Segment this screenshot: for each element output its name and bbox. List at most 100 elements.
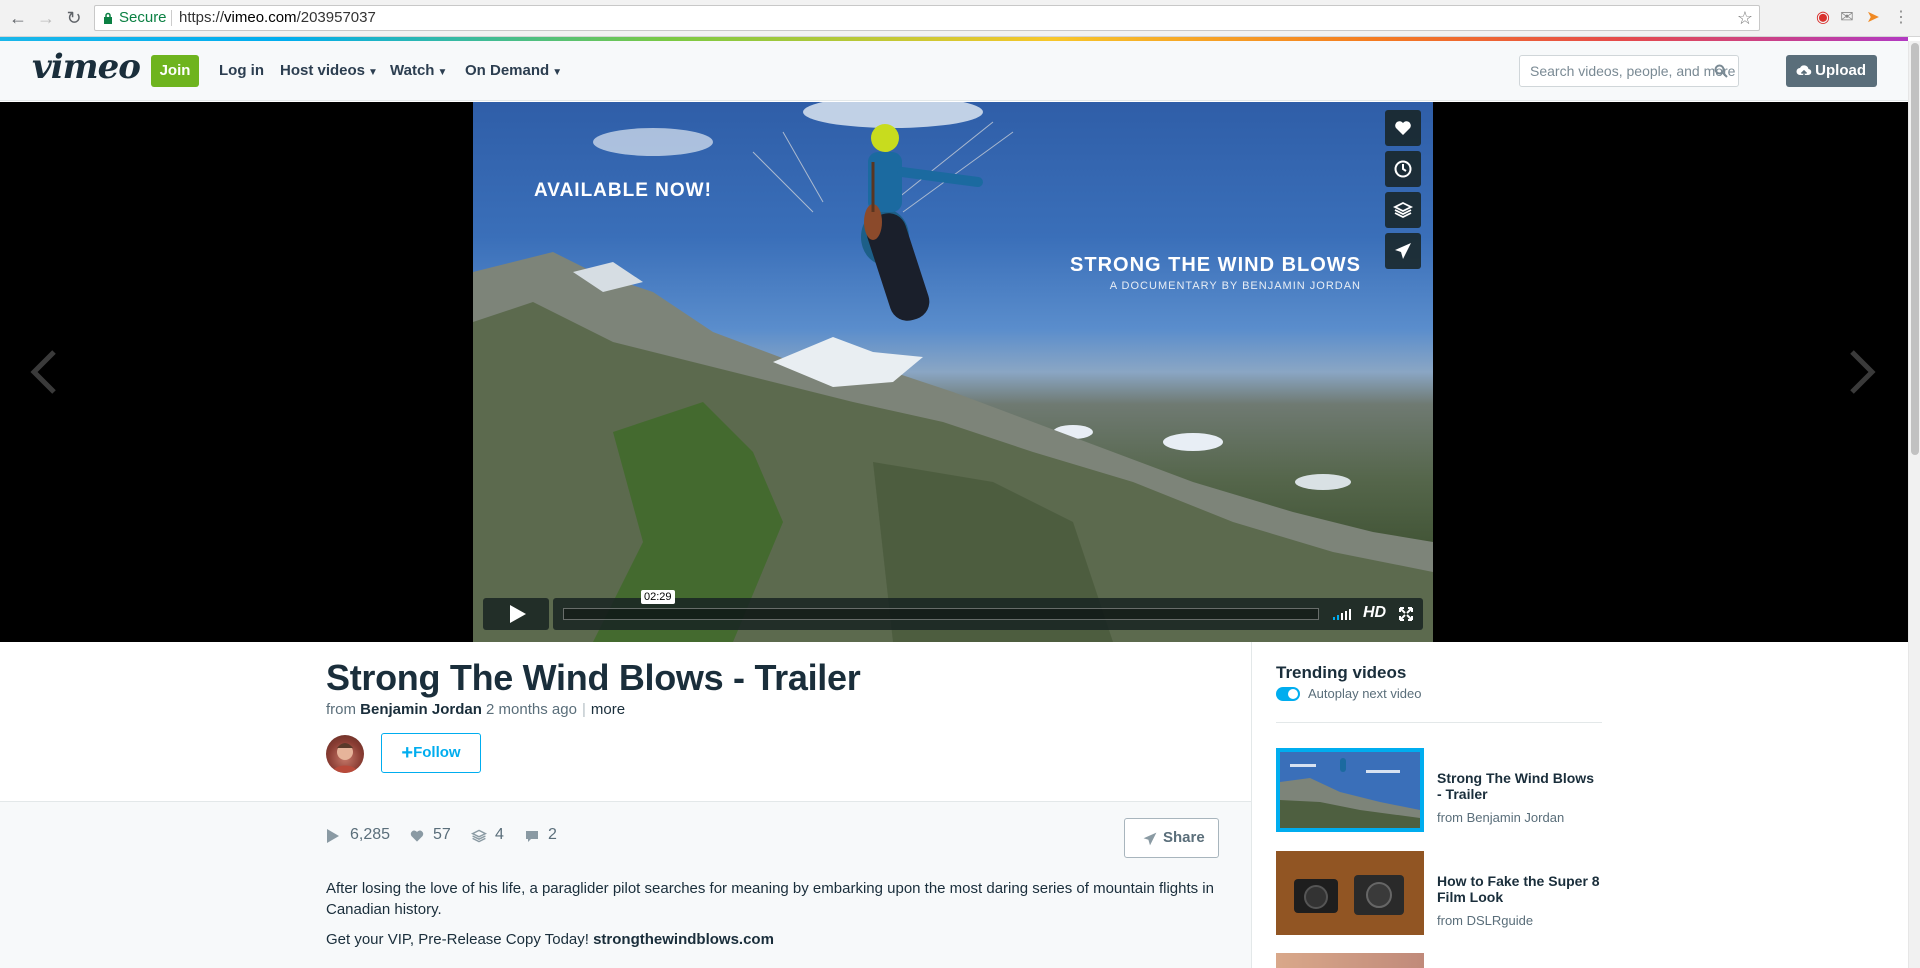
vimeo-logo[interactable]: vimeo (32, 47, 141, 87)
lock-icon (104, 12, 112, 24)
overlay-film-subtitle: A DOCUMENTARY BY BENJAMIN JORDAN (1109, 280, 1361, 292)
trending-thumbnail[interactable] (1276, 851, 1424, 935)
hd-toggle[interactable]: HD (1363, 604, 1386, 622)
upload-button[interactable]: Upload (1786, 55, 1877, 87)
trending-item[interactable]: Strong The Wind Blows - Trailer from Ben… (1276, 748, 1602, 834)
autoplay-toggle[interactable] (1276, 687, 1300, 701)
comments-stat[interactable]: 2 (524, 826, 557, 844)
trending-item-title[interactable]: Strong The Wind Blows - Trailer (1437, 770, 1602, 802)
plus-icon: + (401, 742, 414, 764)
trending-item[interactable] (1276, 953, 1602, 968)
page-scrollbar[interactable] (1908, 41, 1920, 968)
trending-item-author: from DSLRguide (1437, 913, 1534, 928)
play-button[interactable] (483, 598, 549, 630)
url-text[interactable]: https://vimeo.com/203957037 (179, 6, 376, 30)
back-icon[interactable]: ← (8, 8, 28, 28)
host-videos-menu[interactable]: Host videos ▼ (280, 62, 378, 79)
trending-item[interactable]: How to Fake the Super 8 Film Look from D… (1276, 851, 1602, 937)
from-label: from (326, 701, 356, 718)
forward-icon[interactable]: → (36, 8, 56, 28)
watch-menu[interactable]: Watch ▼ (390, 62, 447, 79)
timecode-tooltip: 02:29 (641, 590, 675, 604)
browser-toolbar: ← → ↻ Secure https://vimeo.com/203957037… (0, 0, 1920, 37)
search-input[interactable]: Search videos, people, and more (1519, 55, 1739, 87)
share-player-button[interactable] (1385, 233, 1421, 269)
thumbnail-image-mountains (1280, 752, 1420, 828)
reload-icon[interactable]: ↻ (64, 8, 84, 28)
fullscreen-icon[interactable] (1398, 606, 1414, 622)
byline-divider: | (581, 701, 586, 718)
extension-arrow-icon[interactable]: ➤ (1862, 8, 1884, 28)
play-count-icon (327, 829, 339, 843)
avatar-image (332, 743, 358, 773)
secure-label: Secure (119, 9, 167, 26)
trending-title: Trending videos (1276, 663, 1407, 682)
trending-thumbnail[interactable] (1276, 748, 1424, 832)
watch-later-button[interactable] (1385, 151, 1421, 187)
video-cta: Get your VIP, Pre-Release Copy Today! st… (326, 931, 774, 948)
author-link[interactable]: Benjamin Jordan (360, 701, 482, 718)
trending-item-author: from Benjamin Jordan (1437, 810, 1565, 825)
stats-description-section: 6,285 57 4 2 Share After losing the love… (0, 802, 1251, 968)
volume-icon[interactable] (1333, 608, 1355, 620)
chevron-down-icon: ▼ (437, 67, 448, 78)
clock-icon (1394, 160, 1412, 178)
video-details: Strong The Wind Blows - Trailer from Ben… (0, 642, 1908, 968)
overlay-film-title: STRONG THE WIND BLOWS (1070, 254, 1361, 276)
layers-icon (471, 829, 487, 843)
video-byline: from Benjamin Jordan 2 months ago | more (326, 701, 625, 718)
extension-envelope-icon[interactable]: ✉ (1836, 8, 1858, 28)
cta-link[interactable]: strongthewindblows.com (593, 931, 774, 948)
trending-item-title[interactable]: How to Fake the Super 8 Film Look (1437, 873, 1602, 905)
video-title: Strong The Wind Blows - Trailer (326, 657, 861, 698)
more-link[interactable]: more (591, 701, 625, 718)
send-icon (1143, 832, 1157, 846)
previous-arrow-icon[interactable] (26, 344, 62, 400)
overlay-available-now: AVAILABLE NOW! (534, 180, 712, 201)
thumbnail-image-cameras (1276, 851, 1424, 935)
next-arrow-icon[interactable] (1844, 344, 1880, 400)
layers-icon (1393, 201, 1413, 219)
follow-button[interactable]: +Follow (381, 733, 481, 773)
login-link[interactable]: Log in (219, 62, 264, 79)
site-header: vimeo Join Log in Host videos ▼ Watch ▼ On… (0, 41, 1908, 101)
likes-stat[interactable]: 57 (409, 826, 451, 844)
search-icon[interactable] (1714, 64, 1728, 78)
player-stage: AVAILABLE NOW! STRONG THE WIND BLOWS A D… (0, 102, 1908, 642)
trending-divider (1276, 722, 1602, 723)
chevron-down-icon: ▼ (552, 67, 563, 78)
collections-button[interactable] (1385, 192, 1421, 228)
scrollbar-thumb[interactable] (1911, 43, 1919, 455)
upload-age: 2 months ago (486, 701, 577, 718)
share-button[interactable]: Share (1124, 818, 1219, 858)
video-description: After losing the love of his life, a par… (326, 880, 1214, 918)
collections-stat[interactable]: 4 (471, 826, 504, 844)
title-section: Strong The Wind Blows - Trailer from Ben… (0, 642, 1251, 802)
chevron-down-icon: ▼ (368, 67, 378, 78)
autoplay-label: Autoplay next video (1308, 686, 1422, 701)
bookmark-star-icon[interactable]: ☆ (1737, 6, 1753, 30)
like-button[interactable] (1385, 110, 1421, 146)
browser-menu-icon[interactable]: ⋮ (1890, 8, 1912, 28)
play-icon (510, 605, 526, 623)
column-divider (1251, 642, 1252, 968)
heart-icon (1395, 121, 1411, 135)
video-player[interactable]: AVAILABLE NOW! STRONG THE WIND BLOWS A D… (473, 102, 1433, 642)
progress-bar[interactable]: 02:29 (563, 590, 1319, 620)
player-side-actions (1385, 110, 1421, 274)
comment-icon (526, 831, 538, 842)
avatar[interactable] (326, 735, 364, 773)
send-icon (1395, 243, 1411, 259)
plays-stat: 6,285 (326, 826, 390, 844)
cloud-upload-icon (1796, 65, 1812, 77)
on-demand-menu[interactable]: On Demand ▼ (465, 62, 562, 79)
trending-sidebar: Trending videos Autoplay next video Stro… (1276, 642, 1602, 968)
control-bar: 02:29 HD (553, 590, 1423, 630)
trending-thumbnail[interactable] (1276, 953, 1424, 968)
join-button[interactable]: Join (151, 55, 199, 87)
search-placeholder: Search videos, people, and more (1530, 63, 1736, 79)
extension-badge-icon[interactable]: ◉ (1812, 8, 1834, 28)
address-bar[interactable]: Secure https://vimeo.com/203957037 ☆ (94, 5, 1760, 31)
details-main: Strong The Wind Blows - Trailer from Ben… (0, 642, 1251, 968)
player-controls: 02:29 HD (483, 590, 1423, 630)
